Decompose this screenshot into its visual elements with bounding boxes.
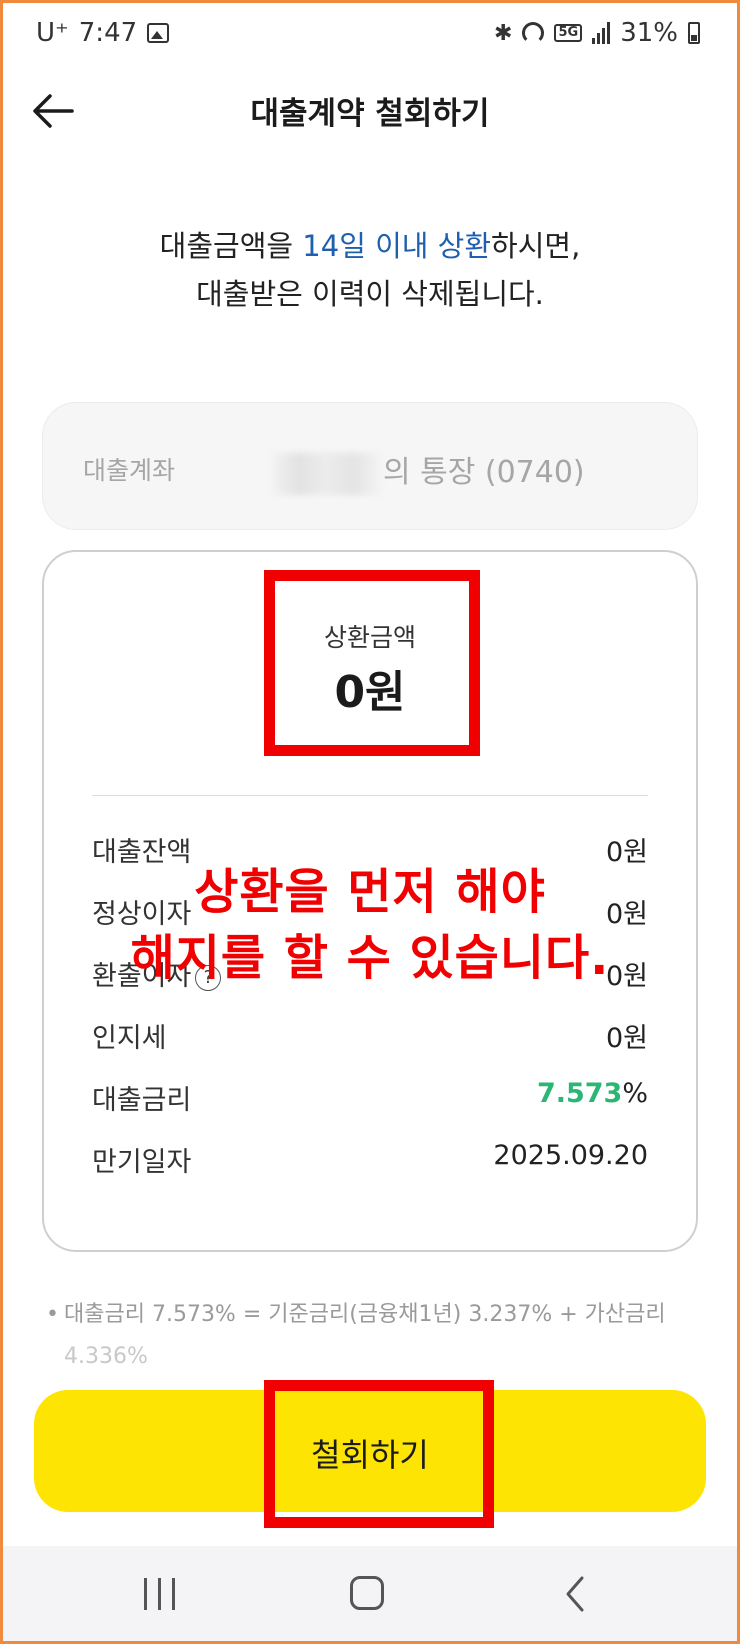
intro-line-1: 대출금액을 14일 이내 상환하시면, bbox=[0, 222, 740, 270]
intro-text: 대출금액을 14일 이내 상환하시면, 대출받은 이력이 삭제됩니다. bbox=[0, 222, 740, 318]
intro-prefix: 대출금액을 bbox=[159, 229, 303, 263]
hotspot-icon bbox=[522, 22, 545, 44]
image-notification-icon bbox=[147, 23, 170, 43]
battery-icon bbox=[688, 22, 700, 44]
home-icon[interactable] bbox=[350, 1576, 384, 1610]
rate-footnote: • 대출금리 7.573% = 기준금리(금융채1년) 3.237% + 가산금… bbox=[46, 1294, 686, 1378]
signal-icon bbox=[592, 22, 611, 44]
app-header: 대출계약 철회하기 bbox=[0, 68, 740, 152]
status-left: U⁺ 7:47 bbox=[36, 18, 170, 48]
annotation-line-2: 해지를 할 수 있습니다. bbox=[130, 930, 610, 986]
rate-value: 7.573% bbox=[537, 1078, 648, 1109]
account-value-text: 의 통장 (0740) bbox=[383, 455, 585, 490]
maturity-value: 2025.09.20 bbox=[493, 1140, 648, 1171]
loan-account-box: 대출계좌 의 통장 (0740) bbox=[42, 402, 698, 530]
detail-value: 0원 bbox=[605, 1023, 648, 1054]
status-right: ✱ 5G 31% bbox=[494, 18, 700, 48]
annotation-box-withdraw bbox=[264, 1380, 494, 1528]
intro-suffix: 하시면, bbox=[491, 229, 581, 263]
maturity-label: 만기일자 bbox=[92, 1147, 192, 1178]
page-title: 대출계약 철회하기 bbox=[250, 96, 490, 132]
annotation-box-repayment bbox=[264, 570, 480, 756]
carrier-label: U⁺ bbox=[36, 18, 69, 48]
clock: 7:47 bbox=[78, 18, 138, 48]
footnote-line-1: 대출금리 7.573% = 기준금리(금융채1년) 3.237% + 가산금리 bbox=[64, 1302, 666, 1327]
annotation-line-1: 상환을 먼저 해야 bbox=[194, 864, 546, 920]
detail-row-maturity: 만기일자 2025.09.20 bbox=[92, 1140, 648, 1180]
nav-back-icon[interactable] bbox=[562, 1574, 588, 1614]
system-navigation-bar bbox=[0, 1546, 740, 1644]
account-value: 의 통장 (0740) bbox=[271, 447, 585, 495]
bluetooth-icon: ✱ bbox=[494, 20, 513, 46]
battery-percent: 31% bbox=[620, 18, 678, 48]
account-label: 대출계좌 bbox=[83, 456, 176, 485]
detail-row-loan-rate: 대출금리 7.573% bbox=[92, 1078, 648, 1118]
network-5g-icon: 5G bbox=[554, 24, 583, 42]
detail-label: 인지세 bbox=[92, 1023, 167, 1054]
footnote-line-2: 4.336% bbox=[64, 1344, 148, 1369]
rate-number: 7.573 bbox=[536, 1078, 623, 1109]
recents-icon[interactable] bbox=[144, 1578, 176, 1610]
rate-unit: % bbox=[622, 1078, 648, 1109]
bullet: • bbox=[46, 1302, 59, 1327]
status-bar: U⁺ 7:47 ✱ 5G 31% bbox=[0, 0, 740, 68]
redacted-account-name bbox=[271, 452, 381, 495]
divider bbox=[92, 795, 648, 796]
rate-label: 대출금리 bbox=[92, 1085, 192, 1116]
intro-highlight: 14일 이내 상환 bbox=[302, 229, 492, 263]
intro-line-2: 대출받은 이력이 삭제됩니다. bbox=[196, 277, 544, 311]
detail-row-stamp-tax: 인지세 0원 bbox=[92, 1016, 648, 1056]
